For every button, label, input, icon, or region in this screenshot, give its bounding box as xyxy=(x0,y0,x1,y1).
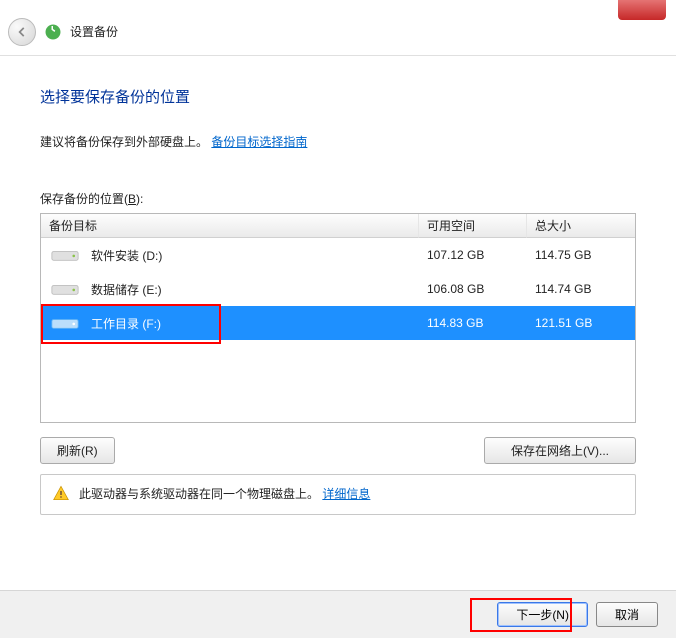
drive-total: 121.51 GB xyxy=(527,316,635,330)
next-button[interactable]: 下一步(N) xyxy=(497,602,588,627)
table-body: 软件安装 (D:) 107.12 GB 114.75 GB 数据储存 (E:) … xyxy=(41,238,635,422)
wizard-footer: 下一步(N) 取消 xyxy=(0,590,676,638)
refresh-button[interactable]: 刷新(R) xyxy=(40,437,115,464)
drive-free: 106.08 GB xyxy=(419,282,527,296)
warning-text: 此驱动器与系统驱动器在同一个物理磁盘上。 xyxy=(79,487,319,501)
drive-icon xyxy=(49,280,81,298)
drive-name: 数据储存 (E:) xyxy=(91,281,162,298)
drive-free: 114.83 GB xyxy=(419,316,527,330)
advice-prefix: 建议将备份保存到外部硬盘上。 xyxy=(40,135,208,149)
page-title: 选择要保存备份的位置 xyxy=(40,86,636,107)
label-post: ): xyxy=(136,192,143,206)
drive-icon xyxy=(49,314,81,332)
drive-row[interactable]: 软件安装 (D:) 107.12 GB 114.75 GB xyxy=(41,238,635,272)
location-list-label: 保存备份的位置(B): xyxy=(40,190,636,207)
warning-icon xyxy=(53,485,69,504)
col-backup-target[interactable]: 备份目标 xyxy=(41,214,419,238)
table-header: 备份目标 可用空间 总大小 xyxy=(41,214,635,238)
drive-row-selected[interactable]: 工作目录 (F:) 114.83 GB 121.51 GB xyxy=(41,306,635,340)
window-close-stub[interactable] xyxy=(618,0,666,20)
wizard-header: 设置备份 xyxy=(0,8,676,56)
drive-total: 114.75 GB xyxy=(527,248,635,262)
advice-text: 建议将备份保存到外部硬盘上。 备份目标选择指南 xyxy=(40,133,636,150)
advice-link[interactable]: 备份目标选择指南 xyxy=(211,135,307,149)
drive-name: 工作目录 (F:) xyxy=(91,315,161,332)
arrow-left-icon xyxy=(15,25,29,39)
warning-panel: 此驱动器与系统驱动器在同一个物理磁盘上。 详细信息 xyxy=(40,474,636,515)
label-pre: 保存备份的位置( xyxy=(40,192,128,206)
col-free-space[interactable]: 可用空间 xyxy=(419,214,527,238)
col-total-size[interactable]: 总大小 xyxy=(527,214,635,238)
back-button[interactable] xyxy=(8,18,36,46)
backup-icon xyxy=(44,23,62,41)
drive-total: 114.74 GB xyxy=(527,282,635,296)
drive-list[interactable]: 备份目标 可用空间 总大小 软件安装 (D:) 107.12 GB 114.75… xyxy=(40,213,636,423)
drive-name: 软件安装 (D:) xyxy=(91,247,162,264)
header-title: 设置备份 xyxy=(70,23,118,40)
cancel-button[interactable]: 取消 xyxy=(596,602,658,627)
label-accel: B xyxy=(128,192,136,206)
drive-row[interactable]: 数据储存 (E:) 106.08 GB 114.74 GB xyxy=(41,272,635,306)
save-on-network-button[interactable]: 保存在网络上(V)... xyxy=(484,437,636,464)
warning-details-link[interactable]: 详细信息 xyxy=(322,487,370,501)
drive-free: 107.12 GB xyxy=(419,248,527,262)
drive-icon xyxy=(49,246,81,264)
